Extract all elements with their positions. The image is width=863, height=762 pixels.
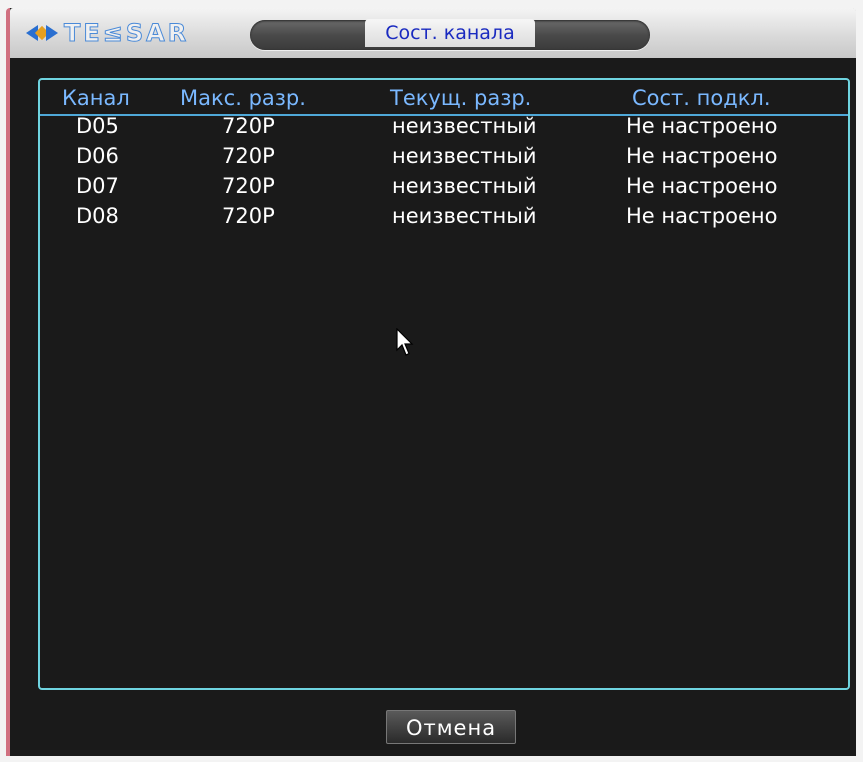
channel-status-window: TE≤SAR Сост. канала Канал Макс. разр. Те… bbox=[6, 8, 856, 756]
column-header-max-res: Макс. разр. bbox=[180, 86, 306, 110]
cell-max-res: 720P bbox=[222, 144, 275, 168]
table-row[interactable]: D08 720P неизвестный Не настроено bbox=[40, 204, 848, 234]
cell-max-res: 720P bbox=[222, 204, 275, 228]
cell-cur-res: неизвестный bbox=[392, 114, 537, 138]
column-header-status: Сост. подкл. bbox=[632, 86, 771, 110]
cell-cur-res: неизвестный bbox=[392, 144, 537, 168]
cell-channel: D05 bbox=[76, 114, 119, 138]
cell-cur-res: неизвестный bbox=[392, 204, 537, 228]
cell-status: Не настроено bbox=[626, 174, 778, 198]
cell-status: Не настроено bbox=[626, 144, 778, 168]
cell-cur-res: неизвестный bbox=[392, 174, 537, 198]
channel-table: Канал Макс. разр. Текущ. разр. Сост. под… bbox=[38, 78, 850, 690]
table-row[interactable]: D06 720P неизвестный Не настроено bbox=[40, 144, 848, 174]
table-row[interactable]: D07 720P неизвестный Не настроено bbox=[40, 174, 848, 204]
column-header-cur-res: Текущ. разр. bbox=[390, 86, 532, 110]
cell-status: Не настроено bbox=[626, 114, 778, 138]
cell-max-res: 720P bbox=[222, 174, 275, 198]
window-title: Сост. канала bbox=[365, 19, 535, 47]
cell-channel: D08 bbox=[76, 204, 119, 228]
table-header: Канал Макс. разр. Текущ. разр. Сост. под… bbox=[40, 86, 848, 116]
brand-logo: TE≤SAR bbox=[24, 16, 189, 50]
cell-channel: D07 bbox=[76, 174, 119, 198]
cell-status: Не настроено bbox=[626, 204, 778, 228]
brand-logo-icon bbox=[24, 21, 64, 45]
column-header-channel: Канал bbox=[62, 86, 130, 110]
cancel-button[interactable]: Отмена bbox=[386, 710, 516, 744]
mouse-cursor-icon bbox=[396, 328, 414, 356]
table-row[interactable]: D05 720P неизвестный Не настроено bbox=[40, 114, 848, 144]
brand-name: TE≤SAR bbox=[63, 19, 190, 48]
cell-max-res: 720P bbox=[222, 114, 275, 138]
title-bar: TE≤SAR Сост. канала bbox=[10, 8, 856, 58]
cell-channel: D06 bbox=[76, 144, 119, 168]
